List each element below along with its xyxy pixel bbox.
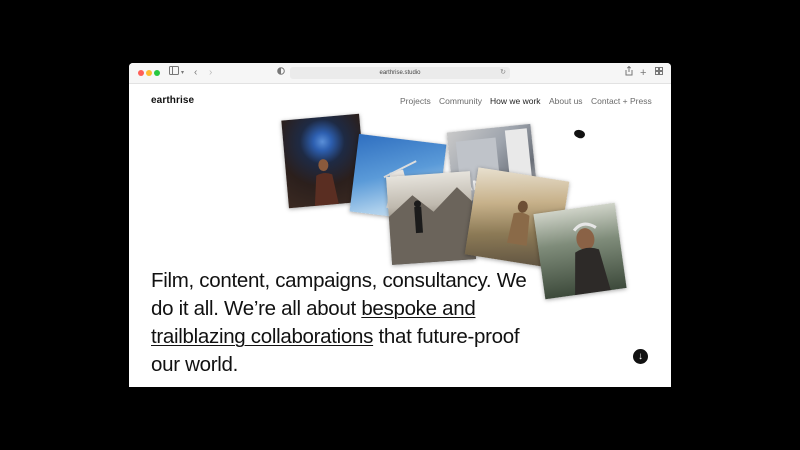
- browser-window: ▾ ‹ › earthrise.studio ↻ + earthrise Pro…: [129, 63, 671, 387]
- chevron-right-icon[interactable]: ›: [209, 66, 212, 80]
- minimize-window-button[interactable]: [146, 70, 152, 76]
- sidebar-icon[interactable]: [169, 66, 179, 80]
- maximize-window-button[interactable]: [154, 70, 160, 76]
- arrow-down-icon: ↓: [638, 351, 643, 362]
- chevron-left-icon[interactable]: ‹: [194, 66, 197, 80]
- web-page: earthrise Projects Community How we work…: [129, 84, 671, 387]
- chevron-down-icon[interactable]: ▾: [181, 66, 184, 80]
- nav-how-we-work[interactable]: How we work: [490, 96, 541, 106]
- site-logo[interactable]: earthrise: [151, 95, 194, 106]
- decorative-blob: [572, 128, 587, 140]
- tab-overview-icon[interactable]: [655, 66, 663, 80]
- hero-headline: Film, content, campaigns, consultancy. W…: [151, 267, 541, 379]
- scroll-down-button[interactable]: ↓: [633, 349, 648, 364]
- url-text: earthrise.studio: [379, 70, 421, 76]
- plus-icon[interactable]: +: [640, 66, 646, 80]
- reload-icon[interactable]: ↻: [500, 67, 506, 79]
- nav-community[interactable]: Community: [439, 96, 482, 106]
- photo-mountain-figure: [386, 171, 476, 265]
- nav-contact-press[interactable]: Contact + Press: [591, 96, 652, 106]
- browser-toolbar: ▾ ‹ › earthrise.studio ↻ +: [129, 63, 671, 84]
- nav-about-us[interactable]: About us: [549, 96, 583, 106]
- privacy-icon[interactable]: [277, 66, 285, 80]
- close-window-button[interactable]: [138, 70, 144, 76]
- nav-projects[interactable]: Projects: [400, 96, 431, 106]
- address-bar[interactable]: earthrise.studio ↻: [290, 67, 510, 79]
- share-icon[interactable]: [625, 65, 633, 81]
- photo-forest-portrait: [533, 202, 627, 300]
